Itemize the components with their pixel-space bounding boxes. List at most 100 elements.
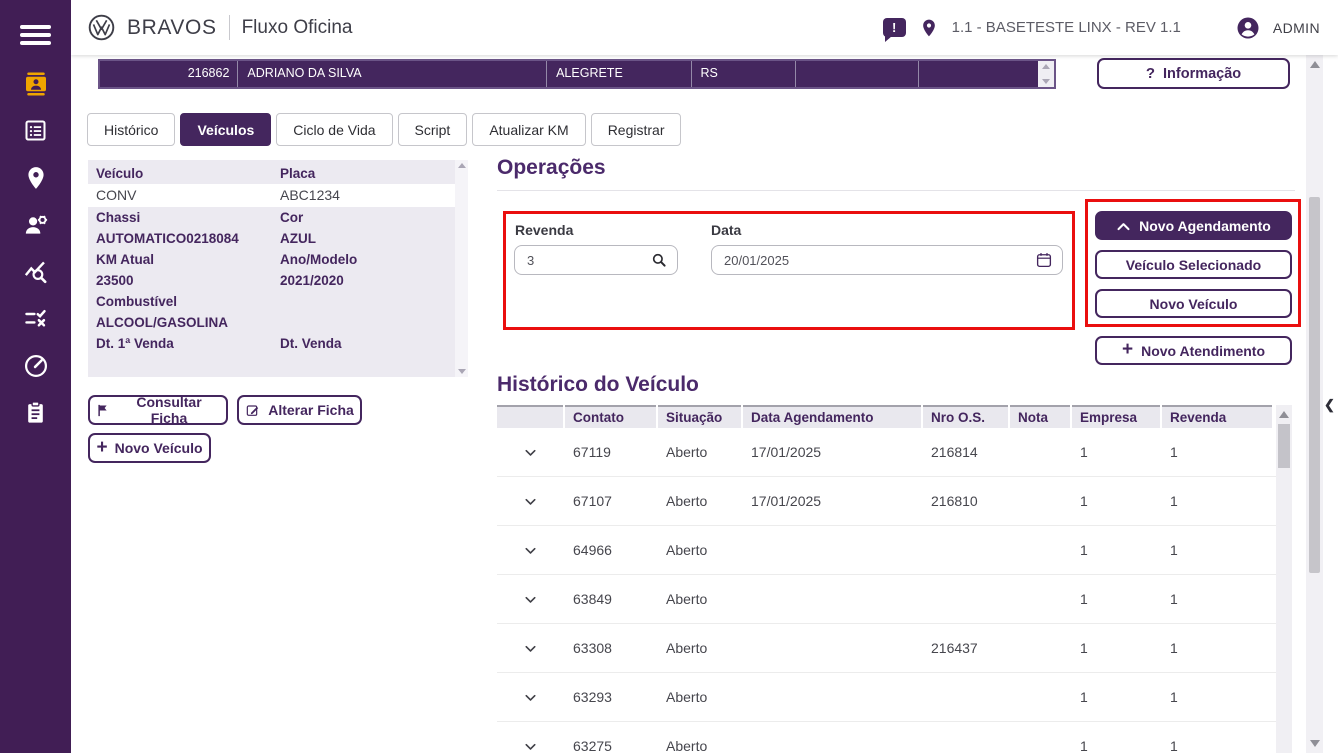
clipboard-icon[interactable] [0,389,71,436]
vehicle-grid-row: AUTOMATICO0218084 AZUL [88,228,455,249]
scroll-down-icon[interactable] [457,369,466,374]
scrollbar-thumb[interactable] [1278,424,1290,468]
location-pin-icon[interactable] [0,154,71,201]
plus-icon: + [1121,339,1134,360]
veiculo-selecionado-button[interactable]: Veículo Selecionado [1095,250,1292,279]
vehicle-cell: ABC1234 [280,187,340,203]
history-row[interactable]: 63849 Aberto 1 1 [497,575,1276,624]
scroll-down-icon[interactable] [1309,740,1320,747]
novo-atendimento-label: Novo Atendimento [1141,342,1266,359]
history-row[interactable]: 63275 Aberto 1 1 [497,722,1276,753]
tab-registrar[interactable]: Registrar [590,113,682,146]
novo-agendamento-button[interactable]: Novo Agendamento [1095,211,1292,240]
novo-veiculo-operations-button[interactable]: Novo Veículo [1095,289,1292,318]
cell-contato: 63293 [573,689,612,705]
chevron-up-icon [1116,220,1131,232]
vehicle-cell: Placa [280,166,316,181]
sidebar [0,0,71,753]
checklist-icon[interactable] [0,295,71,342]
cell-nro-os: 216810 [931,493,978,509]
tab-script[interactable]: Script [397,113,468,146]
cell-empresa: 1 [1080,542,1088,558]
vehicle-grid-row: ALCOOL/GASOLINA [88,312,455,333]
customer-city: ALEGRETE [547,61,692,87]
cell-contato: 63849 [573,591,612,607]
page-scrollbar[interactable] [1306,55,1323,753]
edit-icon [245,402,261,418]
cell-contato: 64966 [573,542,612,558]
history-row[interactable]: 63308 Aberto 216437 1 1 [497,624,1276,673]
cell-situacao: Aberto [666,689,708,705]
vehicle-grid-row: KM Atual Ano/Modelo [88,249,455,270]
cell-nro-os: 216437 [931,640,978,656]
chevron-down-icon[interactable] [497,591,563,608]
user-name[interactable]: ADMIN [1273,20,1320,36]
chevron-down-icon[interactable] [497,738,563,753]
history-header-row: Contato Situação Data Agendamento Nro O.S. N… [497,405,1276,428]
contact-card-icon[interactable] [0,60,71,107]
tab-historico[interactable]: Histórico [87,113,176,146]
scroll-up-icon[interactable] [1042,64,1051,69]
mechanic-icon[interactable] [0,201,71,248]
vw-logo-icon [88,14,115,41]
vehicle-details-grid: Veículo Placa CONV ABC1234 Chassi Cor AUTOMATI… [88,163,468,354]
history-row[interactable]: 67119 Aberto 17/01/2025 216814 1 1 [497,428,1276,477]
scroll-down-icon[interactable] [1042,79,1051,84]
vehicle-details-panel: Veículo Placa CONV ABC1234 Chassi Cor AUTOMATI… [88,160,468,377]
history-row[interactable]: 64966 Aberto 1 1 [497,526,1276,575]
informacao-button[interactable]: ? Informação [1097,58,1290,89]
cell-empresa: 1 [1080,640,1088,656]
vehicle-cell: Combustível [96,294,178,309]
chevron-down-icon[interactable] [497,542,563,559]
strip-scrollbar[interactable] [1038,61,1054,87]
vehicle-cell: Veículo [96,166,144,181]
history-table-scrollbar[interactable] [1276,405,1292,753]
gauge-icon[interactable] [0,342,71,389]
menu-icon[interactable] [20,25,51,45]
chevron-down-icon[interactable] [497,493,563,510]
scroll-up-icon[interactable] [457,163,466,168]
cell-revenda: 1 [1170,640,1178,656]
vehicle-cell [280,291,455,312]
chevron-down-icon[interactable] [497,640,563,657]
vehicle-cell: AUTOMATICO0218084 [96,231,239,246]
tab-atualizar-km[interactable]: Atualizar KM [472,113,586,146]
alterar-ficha-button[interactable]: Alterar Ficha [237,395,362,425]
scroll-up-icon[interactable] [1279,411,1289,418]
vehicle-grid-row[interactable]: CONV ABC1234 [88,184,468,207]
history-col-revenda: Revenda [1162,405,1272,428]
vehicle-panel-scrollbar[interactable] [455,160,468,377]
calendar-icon[interactable] [1035,251,1053,269]
cell-revenda: 1 [1170,444,1178,460]
form-list-icon[interactable] [0,107,71,154]
novo-veiculo-button[interactable]: + Novo Veículo [88,433,211,463]
cell-situacao: Aberto [666,738,708,753]
plus-icon: + [96,436,108,458]
tab-veiculos[interactable]: Veículos [180,113,272,146]
search-icon[interactable] [650,251,668,269]
user-avatar-icon[interactable] [1236,16,1260,40]
vehicle-cell: AZUL [280,231,316,246]
vehicle-cell: Dt. 1ª Venda [96,336,174,351]
location-pin-icon[interactable] [919,16,939,40]
vehicle-cell: 23500 [96,273,134,288]
data-input[interactable] [711,245,1063,275]
analytics-search-icon[interactable] [0,248,71,295]
vehicle-cell: Ano/Modelo [280,252,358,267]
scroll-up-icon[interactable] [1309,61,1320,68]
customer-strip-row[interactable]: 216862 ADRIANO DA SILVA ALEGRETE RS [98,59,1056,89]
scrollbar-thumb[interactable] [1309,197,1320,573]
novo-atendimento-button[interactable]: + Novo Atendimento [1095,336,1292,365]
customer-state: RS [692,61,797,87]
history-row[interactable]: 63293 Aberto 1 1 [497,673,1276,722]
history-row[interactable]: 67107 Aberto 17/01/2025 216810 1 1 [497,477,1276,526]
cell-revenda: 1 [1170,591,1178,607]
history-rows: 67119 Aberto 17/01/2025 216814 1 1 67107 Aberto… [497,428,1276,753]
collapse-panel-icon[interactable]: ❮ [1324,397,1335,413]
vehicle-cell: 2021/2020 [280,273,344,288]
tab-ciclo-de-vida[interactable]: Ciclo de Vida [276,113,393,146]
chat-alert-icon[interactable]: ! [882,18,906,42]
chevron-down-icon[interactable] [497,689,563,706]
consultar-ficha-button[interactable]: Consultar Ficha [88,394,228,426]
chevron-down-icon[interactable] [497,444,563,461]
